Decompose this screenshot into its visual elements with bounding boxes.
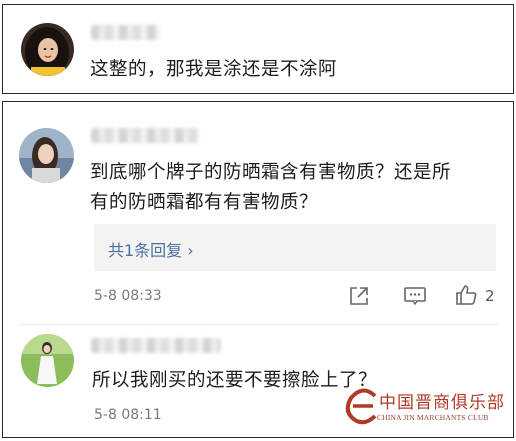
woman-seaside-avatar-icon <box>19 128 74 183</box>
share-icon[interactable] <box>348 285 370 307</box>
timestamp: 5-8 08:11 <box>94 407 162 423</box>
woman-dark-hair-avatar-icon <box>21 23 74 76</box>
comment-text: 这整的，那我是涂还是不涂阿 <box>90 59 338 80</box>
replies-box[interactable]: 共1条回复 › <box>94 224 496 271</box>
thumbs-up-icon[interactable] <box>454 283 478 307</box>
watermark-logo: 中国晋商俱乐部 CHINA JIN MARCHANTS CLUB <box>345 384 513 434</box>
avatar[interactable] <box>19 128 74 183</box>
watermark-chinese: 中国晋商俱乐部 <box>379 393 505 413</box>
username-blurred[interactable] <box>91 25 159 40</box>
avatar[interactable] <box>21 23 74 76</box>
comment-divider <box>19 324 499 325</box>
club-logo-icon <box>345 388 377 425</box>
comment-text: 所以我刚买的还要不要擦脸上了？ <box>92 370 378 391</box>
woman-white-dress-avatar-icon <box>21 334 74 387</box>
comment-icon[interactable] <box>403 286 427 306</box>
comment-text-line-1: 到底哪个牌子的防晒霜含有害物质？还是所 <box>90 162 452 183</box>
avatar[interactable] <box>21 334 74 387</box>
watermark-english: CHINA JIN MARCHANTS CLUB <box>377 413 489 422</box>
username-blurred[interactable] <box>91 338 221 353</box>
username-blurred[interactable] <box>91 128 199 143</box>
comment-card-1: 这整的，那我是涂还是不涂阿 <box>2 4 514 94</box>
comment-text-line-2: 有的防晒霜都有有害物质？ <box>90 192 319 213</box>
like-count: 2 <box>485 287 495 305</box>
view-replies-link[interactable]: 共1条回复 › <box>108 237 194 261</box>
timestamp: 5-8 08:33 <box>94 288 162 304</box>
